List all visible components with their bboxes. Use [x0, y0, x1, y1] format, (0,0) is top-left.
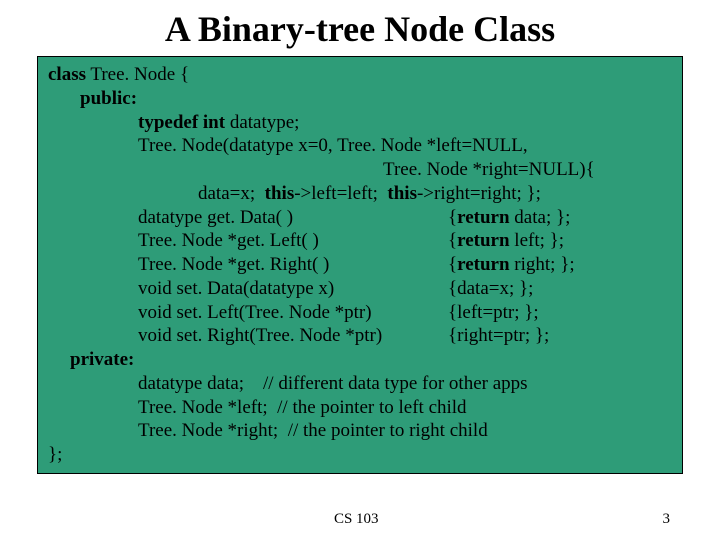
kw-private: private:: [48, 348, 672, 372]
slide-footer: CS 103 3: [0, 511, 720, 528]
kw-this: this: [265, 183, 295, 204]
kw-return: return: [457, 254, 509, 275]
code-line: data=x; this->left=left; this->right=rig…: [48, 182, 672, 206]
course-label: CS 103: [50, 511, 663, 528]
code-text: ->right=right; };: [417, 183, 541, 204]
code-text: Tree. Node *get. Left( ): [138, 229, 448, 253]
code-line: Tree. Node(datatype x=0, Tree. Node *lef…: [48, 134, 672, 158]
code-line: class Tree. Node {: [48, 63, 672, 87]
code-line: Tree. Node *right; // the pointer to rig…: [48, 419, 672, 443]
code-text: datatype;: [225, 112, 299, 133]
page-number: 3: [663, 511, 671, 528]
code-text: {left=ptr; };: [448, 301, 672, 325]
code-line: Tree. Node *get. Right( ){return right; …: [48, 253, 672, 277]
code-text: ->left=left;: [294, 183, 387, 204]
code-line: Tree. Node *get. Left( ){return left; };: [48, 229, 672, 253]
code-line: void set. Data(datatype x){data=x; };: [48, 277, 672, 301]
code-line: void set. Left(Tree. Node *ptr){left=ptr…: [48, 301, 672, 325]
slide-title: A Binary-tree Node Class: [0, 0, 720, 56]
code-text: {return data; };: [448, 206, 672, 230]
code-text: Tree. Node {: [86, 64, 189, 85]
kw-return: return: [457, 230, 509, 251]
code-line: datatype data; // different data type fo…: [48, 372, 672, 396]
kw-public: public:: [48, 87, 672, 111]
code-text: {return left; };: [448, 229, 672, 253]
code-text: {right=ptr; };: [448, 324, 672, 348]
code-text: data=x;: [198, 183, 265, 204]
code-line: Tree. Node *left; // the pointer to left…: [48, 396, 672, 420]
code-text: void set. Data(datatype x): [138, 277, 448, 301]
code-line: datatype get. Data( ){return data; };: [48, 206, 672, 230]
kw-this: this: [387, 183, 417, 204]
code-line: Tree. Node *right=NULL){: [48, 158, 672, 182]
kw-return: return: [457, 207, 509, 228]
code-text: datatype get. Data( ): [138, 206, 448, 230]
code-block: class Tree. Node { public: typedef int d…: [37, 56, 683, 474]
code-line: void set. Right(Tree. Node *ptr){right=p…: [48, 324, 672, 348]
kw-typedef-int: typedef int: [138, 112, 225, 133]
code-text: void set. Right(Tree. Node *ptr): [138, 324, 448, 348]
kw-class: class: [48, 64, 86, 85]
code-text: {return right; };: [448, 253, 672, 277]
code-text: {data=x; };: [448, 277, 672, 301]
code-text: Tree. Node *get. Right( ): [138, 253, 448, 277]
code-line: typedef int datatype;: [48, 111, 672, 135]
code-line: };: [48, 443, 672, 467]
code-text: void set. Left(Tree. Node *ptr): [138, 301, 448, 325]
